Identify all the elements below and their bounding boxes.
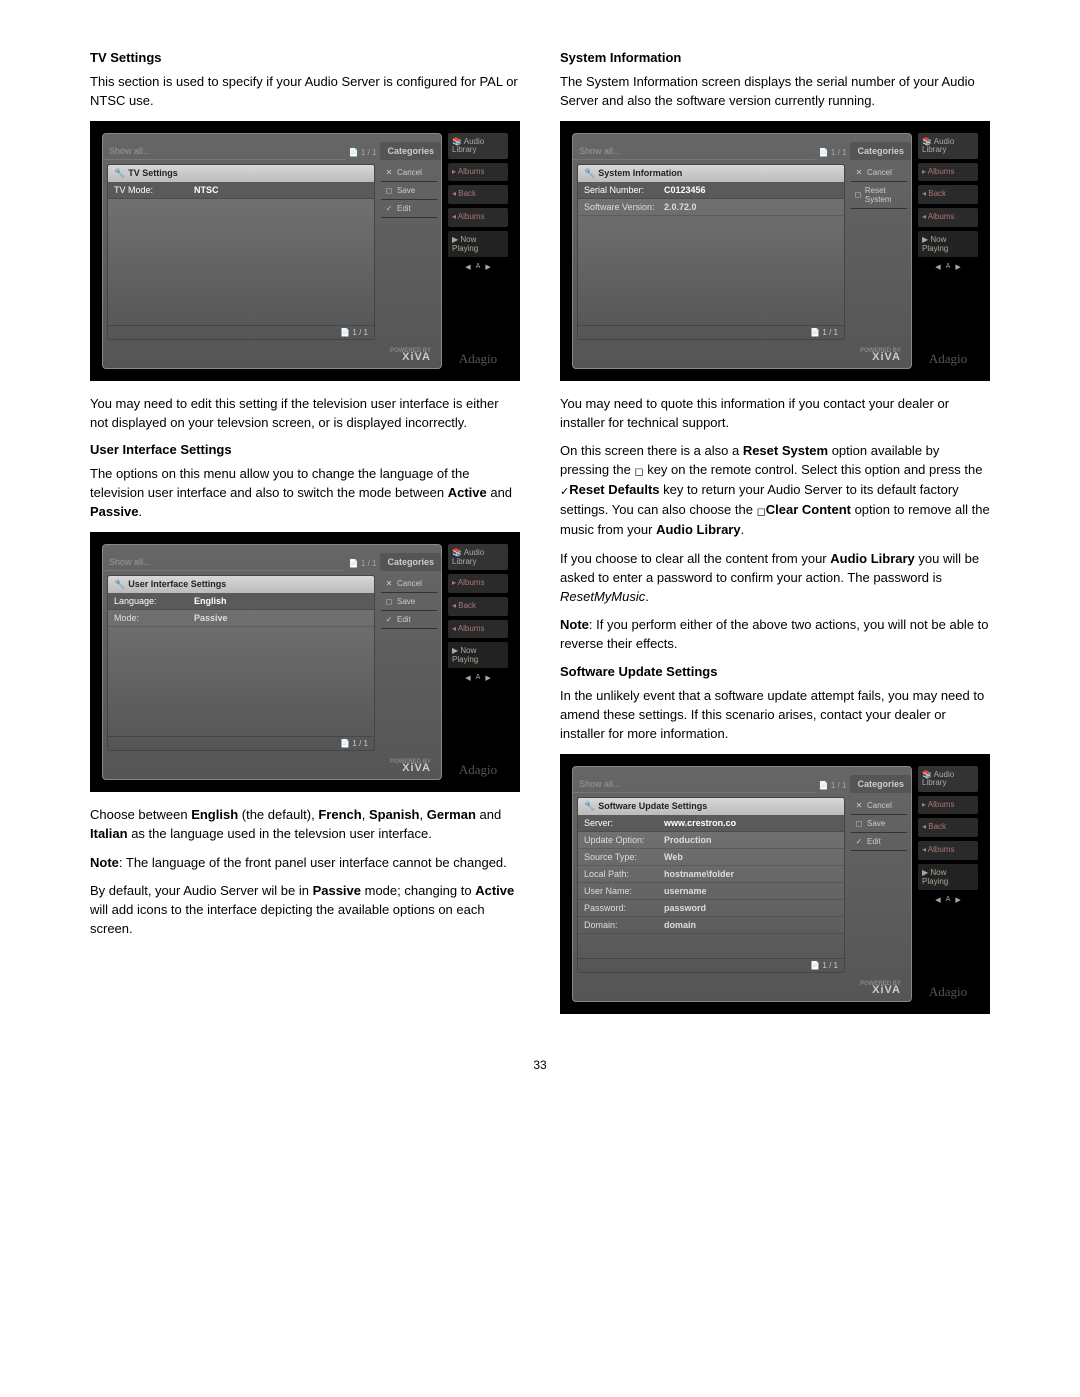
albums-nav[interactable]: ▸ Albums [448, 163, 508, 182]
sysinfo-p3: On this screen there is a also a Reset S… [560, 442, 990, 540]
cancel-button[interactable]: ✕Cancel [851, 164, 907, 182]
now-playing-nav[interactable]: ▶ Now Playing [448, 231, 508, 257]
save-button[interactable]: ◻Save [851, 815, 907, 833]
stop-icon: ◻ [634, 466, 643, 478]
adagio-logo: Adagio [448, 349, 508, 369]
reset-system-button[interactable]: ◻Reset System [851, 182, 907, 209]
ui-settings-screenshot: Show all... 📄 1 / 1 Categories 🔧User Int… [90, 532, 520, 792]
right-column: System Information The System Informatio… [560, 40, 990, 1028]
edit-button[interactable]: ✓Edit [381, 611, 437, 629]
check-icon: ✓ [854, 837, 864, 846]
show-all-label: Show all... [103, 146, 345, 160]
nav-controls[interactable]: ◀A▶ [448, 261, 508, 273]
categories-tab: Categories [380, 142, 441, 160]
stop-icon: ◻ [384, 597, 394, 606]
cancel-button[interactable]: ✕Cancel [851, 797, 907, 815]
doc-icon: 📄 [349, 148, 359, 157]
check-icon: ✓ [384, 204, 394, 213]
tv-settings-heading: TV Settings [90, 50, 520, 65]
stop-icon: ◻ [757, 506, 766, 518]
hammer-icon: 🔧 [584, 801, 595, 812]
sysinfo-p1: The System Information screen displays t… [560, 73, 990, 111]
check-icon: ✓ [560, 486, 569, 498]
swupdate-screenshot: Show all... 📄 1 / 1 Categories 🔧Software… [560, 754, 990, 1014]
sysinfo-p4: If you choose to clear all the content f… [560, 550, 990, 607]
check-icon: ✓ [384, 615, 394, 624]
sysinfo-heading: System Information [560, 50, 990, 65]
hammer-icon: 🔧 [114, 579, 125, 590]
close-icon: ✕ [384, 579, 394, 588]
cancel-button[interactable]: ✕Cancel [381, 164, 437, 182]
next-icon: ▶ [485, 263, 490, 271]
ui-mode-p: By default, your Audio Server wil be in … [90, 882, 520, 939]
ui-note-p: Note: The language of the front panel us… [90, 854, 520, 873]
sysinfo-screenshot: Show all... 📄 1 / 1 Categories 🔧System I… [560, 121, 990, 381]
audio-library-nav[interactable]: 📚 Audio Library [448, 133, 508, 159]
save-button[interactable]: ◻Save [381, 593, 437, 611]
close-icon: ✕ [854, 168, 864, 177]
prev-icon: ◀ [465, 263, 470, 271]
stop-icon: ◻ [854, 819, 864, 828]
close-icon: ✕ [384, 168, 394, 177]
cancel-button[interactable]: ✕Cancel [381, 575, 437, 593]
edit-button[interactable]: ✓Edit [851, 833, 907, 851]
page-number: 33 [90, 1058, 990, 1072]
swupdate-p1: In the unlikely event that a software up… [560, 687, 990, 744]
ui-languages-p: Choose between English (the default), Fr… [90, 806, 520, 844]
ui-settings-p1: The options on this menu allow you to ch… [90, 465, 520, 522]
ui-settings-heading: User Interface Settings [90, 442, 520, 457]
swupdate-heading: Software Update Settings [560, 664, 990, 679]
back-nav[interactable]: ◂ Back [448, 185, 508, 204]
tv-settings-screenshot: Show all... 📄 1 / 1 Categories 🔧TV Setti… [90, 121, 520, 381]
hammer-icon: 🔧 [114, 168, 125, 179]
panel-title: TV Settings [128, 168, 178, 178]
left-column: TV Settings This section is used to spec… [90, 40, 520, 1028]
sysinfo-note: Note: If you perform either of the above… [560, 616, 990, 654]
sysinfo-p2: You may need to quote this information i… [560, 395, 990, 433]
hammer-icon: 🔧 [584, 168, 595, 179]
albums-nav-2[interactable]: ◂ Albums [448, 208, 508, 227]
tv-settings-p1: This section is used to specify if your … [90, 73, 520, 111]
stop-icon: ◻ [854, 190, 862, 199]
doc-icon: 📄 [340, 328, 350, 337]
edit-button[interactable]: ✓Edit [381, 200, 437, 218]
close-icon: ✕ [854, 801, 864, 810]
stop-icon: ◻ [384, 186, 394, 195]
save-button[interactable]: ◻Save [381, 182, 437, 200]
tv-settings-p2: You may need to edit this setting if the… [90, 395, 520, 433]
